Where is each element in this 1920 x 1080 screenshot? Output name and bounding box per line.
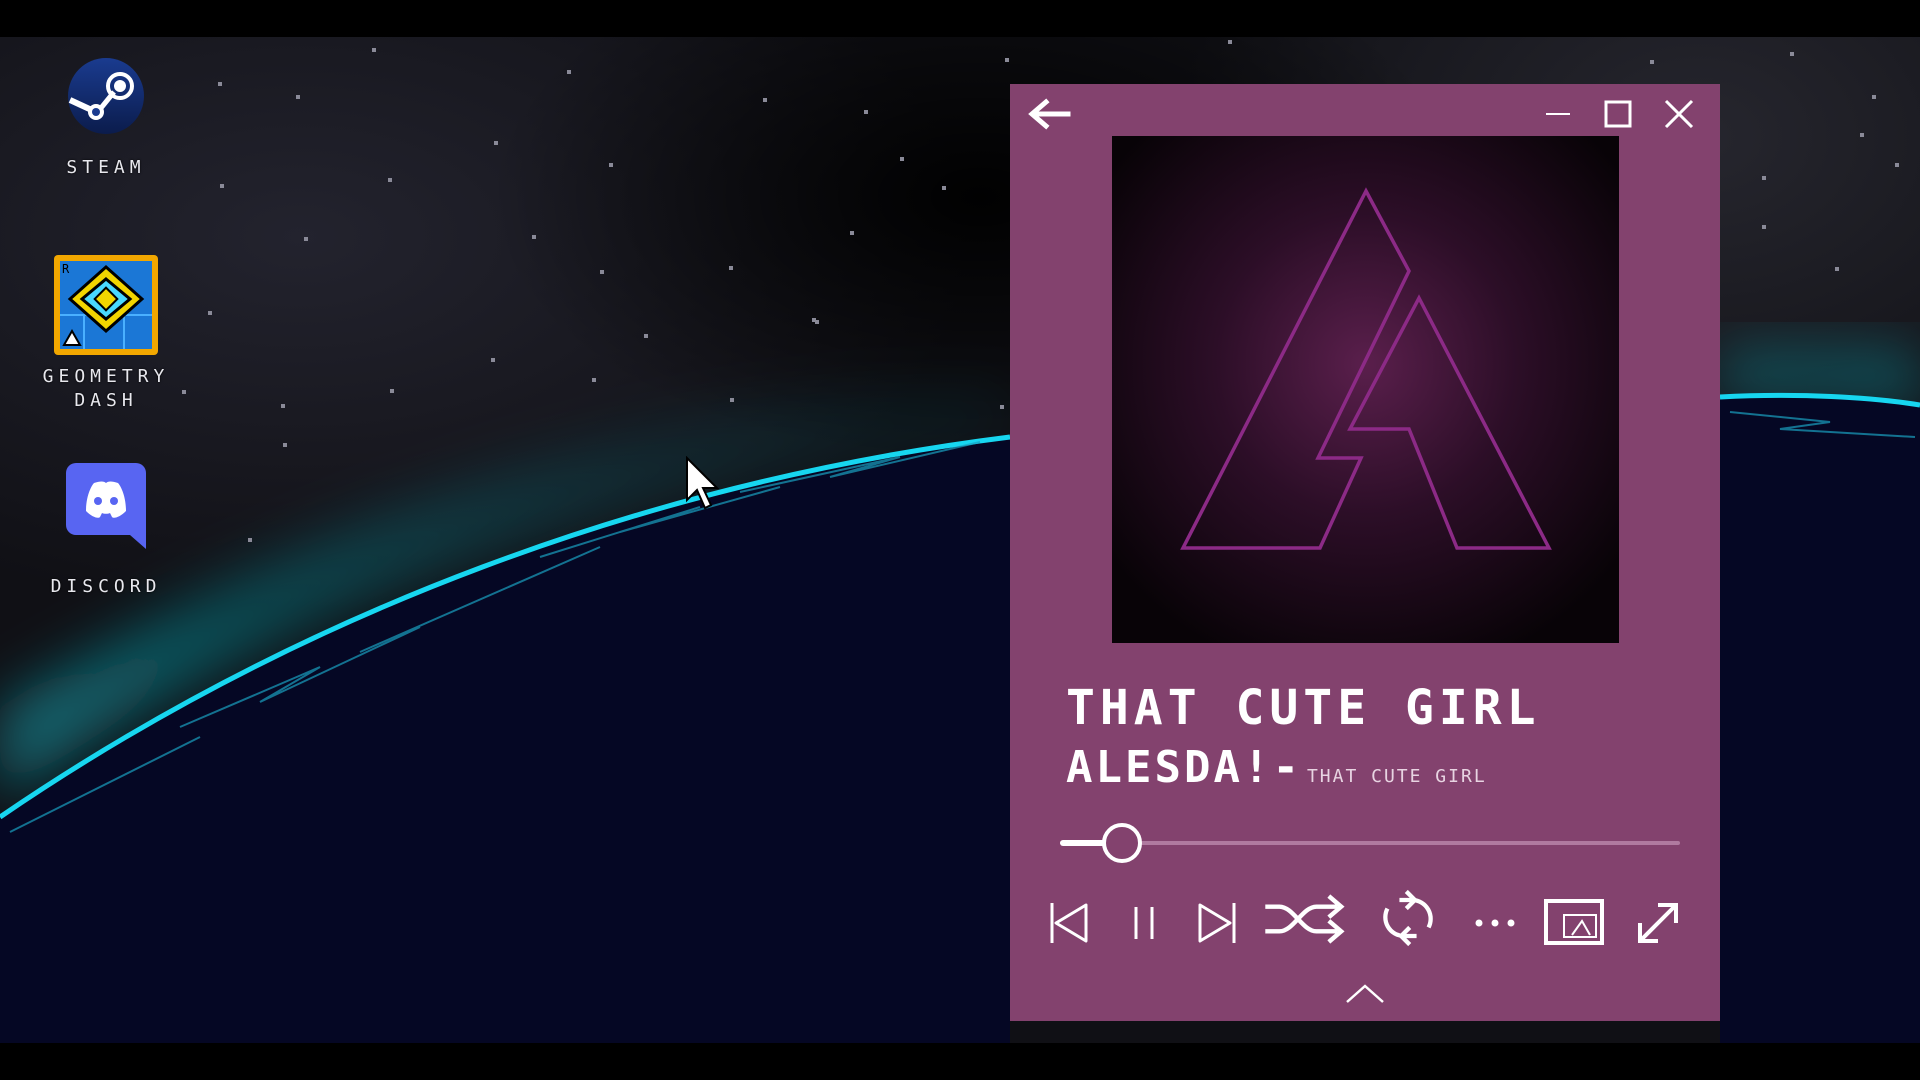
- star: [592, 378, 596, 382]
- geometry-dash-icon: R: [54, 255, 158, 355]
- star: [1762, 176, 1766, 180]
- star: [491, 358, 495, 362]
- star: [372, 48, 376, 52]
- star: [900, 157, 904, 161]
- track-artist-line: ALESDA!- THAT CUTE GIRL: [1066, 742, 1487, 793]
- star: [567, 70, 571, 74]
- star: [812, 318, 816, 322]
- star: [729, 266, 733, 270]
- star: [296, 95, 300, 99]
- progress-track: [1060, 841, 1680, 845]
- desktop-icon-steam[interactable]: STEAM: [36, 56, 176, 180]
- desktop-icon-discord[interactable]: DISCORD: [36, 461, 176, 599]
- star: [1835, 267, 1839, 271]
- track-artist: ALESDA!: [1066, 742, 1273, 793]
- star: [600, 270, 604, 274]
- next-icon[interactable]: [1188, 893, 1248, 953]
- track-title: THAT CUTE GIRL: [1066, 680, 1541, 736]
- steam-icon: [68, 58, 144, 134]
- desktop-icon-geometry-dash[interactable]: R GEOMETRY DASH: [36, 255, 176, 413]
- star: [304, 237, 308, 241]
- discord-icon: [66, 463, 146, 549]
- desktop-icon-label: STEAM: [66, 157, 146, 178]
- star: [1860, 133, 1864, 137]
- star: [1895, 163, 1899, 167]
- mini-player-icon[interactable]: [1542, 893, 1606, 953]
- star: [388, 178, 392, 182]
- fullscreen-icon[interactable]: [1628, 893, 1688, 953]
- artist-separator: -: [1272, 742, 1299, 793]
- star: [1762, 225, 1766, 229]
- star: [1790, 52, 1794, 56]
- star: [644, 334, 648, 338]
- mouse-cursor: [686, 456, 720, 510]
- star: [1005, 58, 1009, 62]
- star: [763, 98, 767, 102]
- progress-knob[interactable]: [1102, 823, 1142, 863]
- desktop-icon-label: GEOMETRY DASH: [42, 366, 170, 411]
- music-player-window: THAT CUTE GIRL ALESDA!- THAT CUTE GIRL: [1010, 84, 1720, 1021]
- star: [494, 141, 498, 145]
- minimize-icon[interactable]: [1534, 96, 1582, 132]
- back-arrow-icon[interactable]: [1024, 96, 1074, 132]
- star: [942, 186, 946, 190]
- desktop-icon-label: DISCORD: [50, 576, 162, 597]
- star: [390, 389, 394, 393]
- progress-slider[interactable]: [1060, 823, 1680, 863]
- chevron-up-icon[interactable]: [1343, 980, 1387, 1008]
- star: [208, 311, 212, 315]
- star: [182, 390, 186, 394]
- more-icon[interactable]: [1470, 893, 1520, 953]
- close-icon[interactable]: [1654, 96, 1702, 132]
- album-logo: [1180, 187, 1552, 550]
- star: [532, 235, 536, 239]
- shuffle-icon[interactable]: [1258, 889, 1352, 949]
- star: [1228, 40, 1232, 44]
- star: [609, 163, 613, 167]
- star: [218, 82, 222, 86]
- star: [864, 110, 868, 114]
- previous-icon[interactable]: [1038, 893, 1098, 953]
- star: [281, 404, 285, 408]
- maximize-icon[interactable]: [1594, 96, 1642, 132]
- star: [850, 231, 854, 235]
- repeat-icon[interactable]: [1368, 888, 1448, 948]
- track-album: THAT CUTE GIRL: [1306, 766, 1487, 787]
- star: [1650, 60, 1654, 64]
- star: [730, 398, 734, 402]
- star: [283, 443, 287, 447]
- album-cover: [1112, 136, 1619, 643]
- star: [220, 184, 224, 188]
- star: [1000, 405, 1004, 409]
- pause-icon[interactable]: [1114, 893, 1174, 953]
- star: [1872, 95, 1876, 99]
- svg-text:R: R: [62, 262, 70, 276]
- star: [248, 538, 252, 542]
